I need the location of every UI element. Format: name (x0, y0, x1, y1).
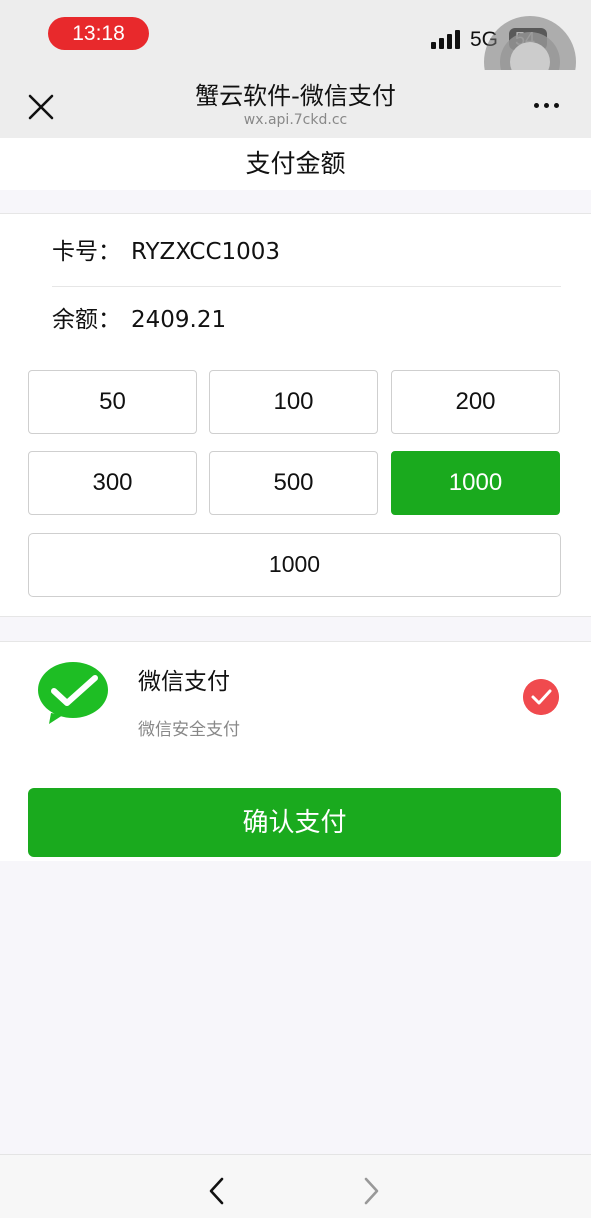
amount-option-100[interactable]: 100 (209, 370, 378, 434)
card-number-label: 卡号： (52, 239, 121, 265)
check-icon[interactable] (523, 679, 559, 715)
forward-arrow-icon[interactable] (357, 1175, 385, 1207)
balance-value: 2409.21 (131, 307, 227, 333)
balance-row: 余额： 2409.21 (52, 306, 226, 334)
amount-option-1000[interactable]: 1000 (391, 451, 560, 515)
signal-icon (431, 29, 463, 49)
more-icon[interactable] (532, 100, 562, 110)
amount-option-500[interactable]: 500 (209, 451, 378, 515)
payment-method-description: 微信安全支付 (138, 720, 240, 740)
status-time: 13:18 (48, 17, 149, 50)
card-panel: 卡号： RYZXCC1003 余额： 2409.21 50 100 200 300 … (0, 213, 591, 617)
custom-amount-input[interactable]: 1000 (28, 533, 561, 597)
back-arrow-icon[interactable] (203, 1175, 231, 1207)
section-title: 支付金额 (0, 138, 591, 190)
page-url: wx.api.7ckd.cc (243, 112, 348, 128)
payment-method-name: 微信支付 (138, 669, 230, 695)
amount-option-300[interactable]: 300 (28, 451, 197, 515)
amount-option-50[interactable]: 50 (28, 370, 197, 434)
footer-area: 确认支付 (0, 759, 591, 861)
wechat-pay-icon (38, 662, 108, 724)
page-title: 蟹云软件-微信支付 (195, 82, 396, 110)
card-number-value: RYZXCC1003 (131, 239, 281, 265)
balance-label: 余额： (52, 307, 121, 333)
card-number-row: 卡号： RYZXCC1003 (52, 238, 280, 266)
confirm-pay-button[interactable]: 确认支付 (28, 788, 561, 857)
payment-method-row[interactable]: 微信支付 微信安全支付 (0, 641, 591, 759)
browser-bottom-bar (0, 1154, 591, 1218)
divider (52, 286, 561, 287)
amount-option-200[interactable]: 200 (391, 370, 560, 434)
nav-bar: 蟹云软件-微信支付 wx.api.7ckd.cc (0, 70, 591, 138)
